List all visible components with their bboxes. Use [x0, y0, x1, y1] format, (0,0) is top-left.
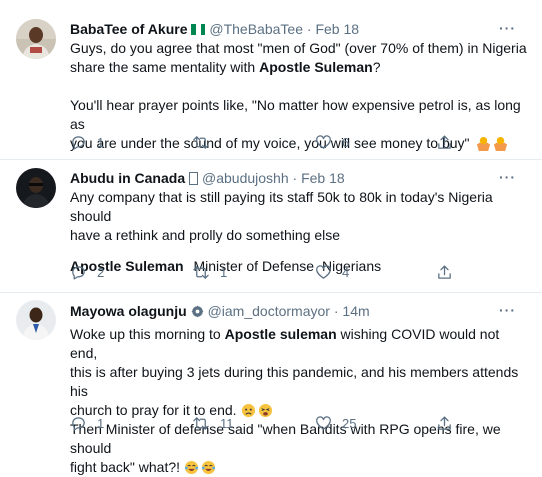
retweet-count: 11	[220, 415, 234, 431]
avatar[interactable]	[16, 168, 56, 208]
reply-count: 1	[97, 415, 105, 431]
like-button[interactable]: 4	[315, 262, 349, 282]
like-button[interactable]: 25	[315, 413, 356, 433]
user-handle[interactable]: @abudujoshh	[202, 170, 289, 186]
separator-dot: ·	[292, 170, 298, 186]
like-icon	[316, 134, 331, 149]
tweet-line: Woke up this morning to Apostle suleman …	[70, 325, 530, 363]
tweet-line: have a rethink and prolly do something e…	[70, 227, 341, 243]
tweet-line: share the same mentality with Apostle Su…	[70, 58, 530, 77]
tears-of-joy-emoji-icon	[201, 460, 216, 475]
retweet-icon	[193, 135, 209, 149]
share-button[interactable]	[436, 262, 453, 282]
tweet-1[interactable]: BabaTee of Akure @TheBabaTee · Feb 18 ··…	[0, 0, 542, 160]
reply-icon	[72, 265, 85, 280]
display-name[interactable]: BabaTee of Akure	[70, 21, 187, 37]
retweet-count: 1	[220, 264, 228, 280]
tears-of-joy-emoji-icon	[184, 460, 199, 475]
display-name[interactable]: Abudu in Canada	[70, 170, 185, 186]
text-span: Woke up this morning to	[70, 326, 225, 342]
like-count: 4	[342, 264, 350, 280]
unsupported-glyph-icon	[189, 172, 199, 185]
reply-button[interactable]: 1	[70, 132, 104, 152]
more-options-icon[interactable]: ···	[499, 20, 516, 36]
reply-button[interactable]: 1	[70, 413, 104, 433]
separator-dot: ·	[333, 303, 339, 319]
reply-icon	[72, 135, 85, 150]
share-icon	[438, 134, 451, 149]
user-handle[interactable]: @iam_doctormayor	[208, 303, 330, 319]
retweet-icon	[193, 416, 209, 430]
timestamp[interactable]: Feb 18	[301, 170, 345, 186]
display-name[interactable]: Mayowa olagunju	[70, 303, 187, 319]
like-count: 6	[342, 134, 350, 150]
retweet-button[interactable]: 11	[192, 413, 234, 433]
tweet-header: BabaTee of Akure @TheBabaTee · Feb 18	[70, 20, 530, 38]
reply-count: 2	[97, 264, 105, 280]
tweet-header: Mayowa olagunju @iam_doctormayor · 14m	[70, 302, 530, 320]
bold-mention: Apostle Suleman	[259, 59, 373, 75]
share-button[interactable]	[436, 413, 453, 433]
text-span: fight back" what?!	[70, 459, 181, 475]
bold-mention: Apostle suleman	[224, 326, 337, 342]
tweet-line: Any company that is still paying its sta…	[70, 189, 493, 224]
retweet-button[interactable]: 1	[192, 262, 227, 282]
share-icon	[438, 264, 451, 279]
tweet-line: fight back" what?!	[70, 458, 530, 477]
timestamp[interactable]: Feb 18	[315, 21, 359, 37]
like-icon	[316, 415, 331, 430]
reply-button[interactable]: 2	[70, 262, 104, 282]
separator-dot: ·	[306, 21, 312, 37]
tweet-text: Woke up this morning to Apostle suleman …	[70, 325, 530, 477]
user-handle[interactable]: @TheBabaTee	[209, 21, 303, 37]
tweet-line: this is after buying 3 jets during this …	[70, 364, 519, 399]
text-span: share the same mentality with	[70, 59, 260, 75]
tweet-actions: 1 11 25	[70, 413, 530, 433]
more-options-icon[interactable]: ···	[499, 302, 516, 318]
share-icon	[438, 415, 451, 430]
timestamp[interactable]: 14m	[342, 303, 369, 319]
reply-count: 1	[97, 134, 105, 150]
like-count: 25	[342, 415, 357, 431]
like-button[interactable]: 6	[315, 132, 349, 152]
tweet-actions: 2 1 4	[70, 262, 530, 282]
tweet-3[interactable]: Mayowa olagunju @iam_doctormayor · 14m ·…	[0, 293, 542, 475]
reply-icon	[72, 416, 85, 431]
tweet-line: Guys, do you agree that most "men of God…	[70, 40, 527, 56]
tweet-2[interactable]: Abudu in Canada @abudujoshh · Feb 18 ···…	[0, 160, 542, 293]
retweet-button[interactable]	[192, 132, 210, 152]
avatar[interactable]	[16, 19, 56, 59]
more-options-icon[interactable]: ···	[499, 169, 516, 185]
avatar[interactable]	[16, 300, 56, 340]
like-icon	[316, 264, 331, 279]
retweet-icon	[193, 265, 209, 279]
nigeria-flag-icon	[191, 21, 206, 35]
share-button[interactable]	[436, 132, 453, 152]
text-span: ?	[372, 59, 381, 75]
tweet-actions: 1 6	[70, 132, 530, 152]
tweet-line: You'll hear prayer points like, "No matt…	[70, 97, 521, 132]
tweet-header: Abudu in Canada @abudujoshh · Feb 18	[70, 169, 530, 187]
verified-settings-badge-icon	[191, 305, 204, 318]
